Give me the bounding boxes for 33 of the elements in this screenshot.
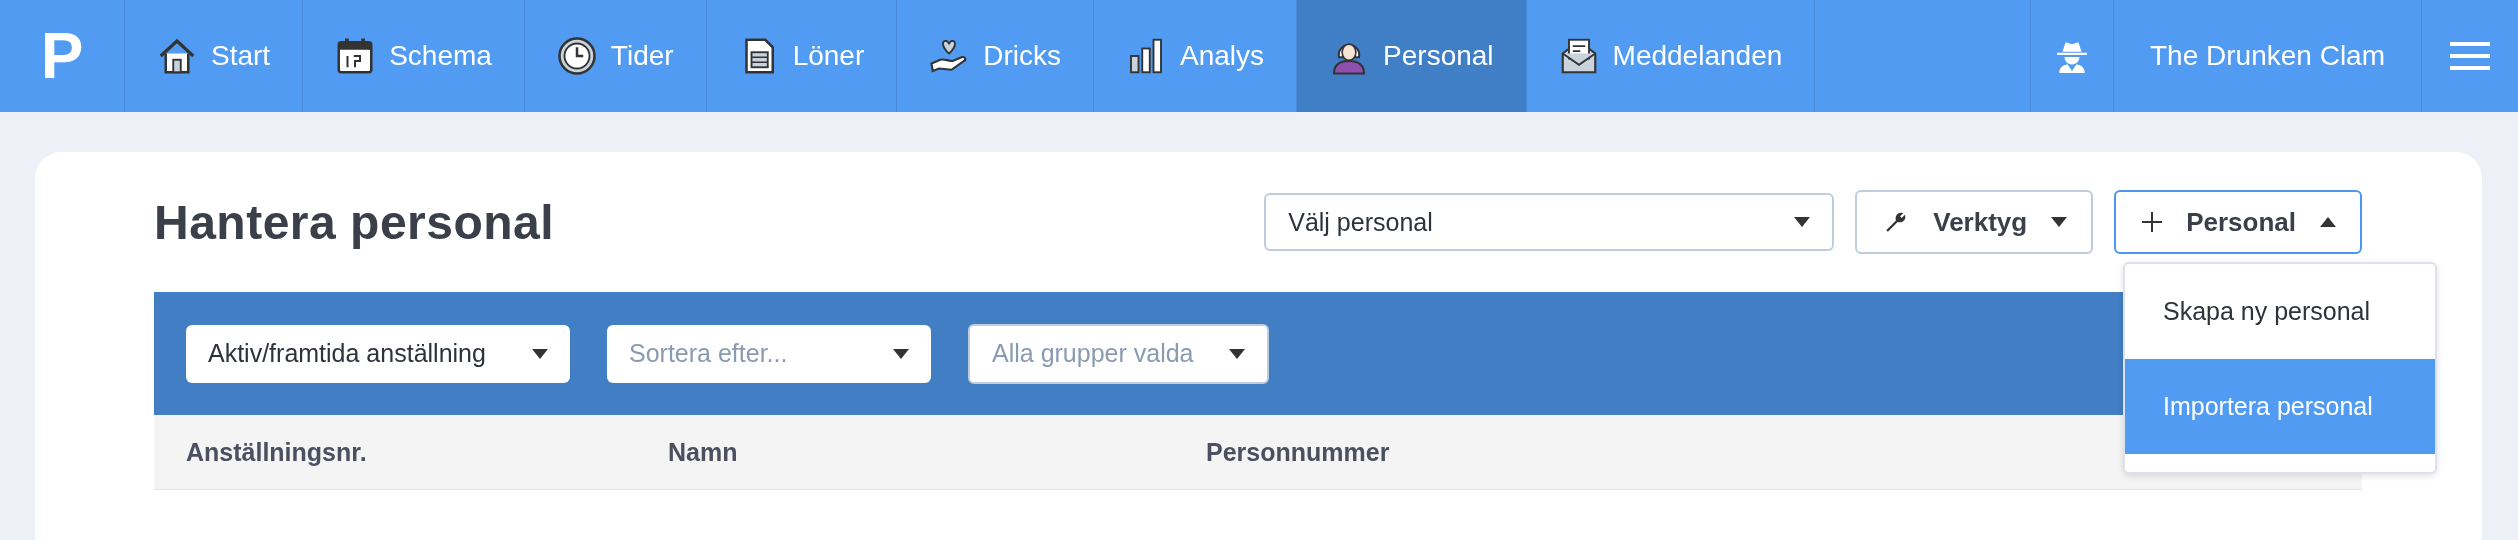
menu-item[interactable]: Skapa ny personal	[2125, 264, 2435, 359]
column-header[interactable]: Personnummer	[1206, 437, 1506, 467]
staff-select[interactable]: Välj personal	[1264, 193, 1835, 251]
caret-icon	[1794, 217, 1811, 227]
caret-icon	[2320, 217, 2336, 227]
menu-icon[interactable]	[2450, 40, 2490, 72]
filter-select[interactable]: Sortera efter...	[607, 324, 931, 383]
add-staff-button[interactable]: Personal	[2114, 190, 2362, 254]
plus-icon	[2142, 212, 2163, 232]
calendar-icon	[335, 36, 376, 76]
caret-icon	[1229, 348, 1245, 359]
column-header[interactable]: Anställningsnr.	[186, 437, 668, 467]
nav-tab[interactable]: Personal	[1297, 0, 1527, 112]
column-header[interactable]: Namn	[668, 437, 1206, 467]
spy-icon[interactable]	[2055, 39, 2089, 73]
filter-select[interactable]: Alla grupper valda	[968, 323, 1269, 384]
caret-icon	[893, 348, 909, 359]
house-icon	[157, 36, 197, 76]
menu-item[interactable]: Importera personal	[2125, 359, 2435, 454]
page-title: Hantera personal	[154, 194, 556, 250]
nav-tab[interactable]: Schema	[303, 0, 525, 112]
nav-tab[interactable]: Start	[125, 0, 304, 112]
caret-icon	[532, 348, 548, 359]
account-link[interactable]: The Drunken Clam	[2114, 0, 2422, 112]
filter-select[interactable]: Aktiv/framtida anställning	[186, 324, 570, 383]
caret-icon	[2051, 217, 2068, 227]
nav-tab[interactable]: Tider	[524, 0, 707, 112]
clock-icon	[556, 36, 597, 76]
nav-tab[interactable]: Meddelanden	[1526, 0, 1816, 112]
nav-tab[interactable]: Löner	[706, 0, 898, 112]
logo[interactable]: P	[40, 24, 84, 88]
tools-button[interactable]: Verktyg	[1855, 190, 2094, 254]
nav-tab[interactable]: Dricks	[897, 0, 1094, 112]
